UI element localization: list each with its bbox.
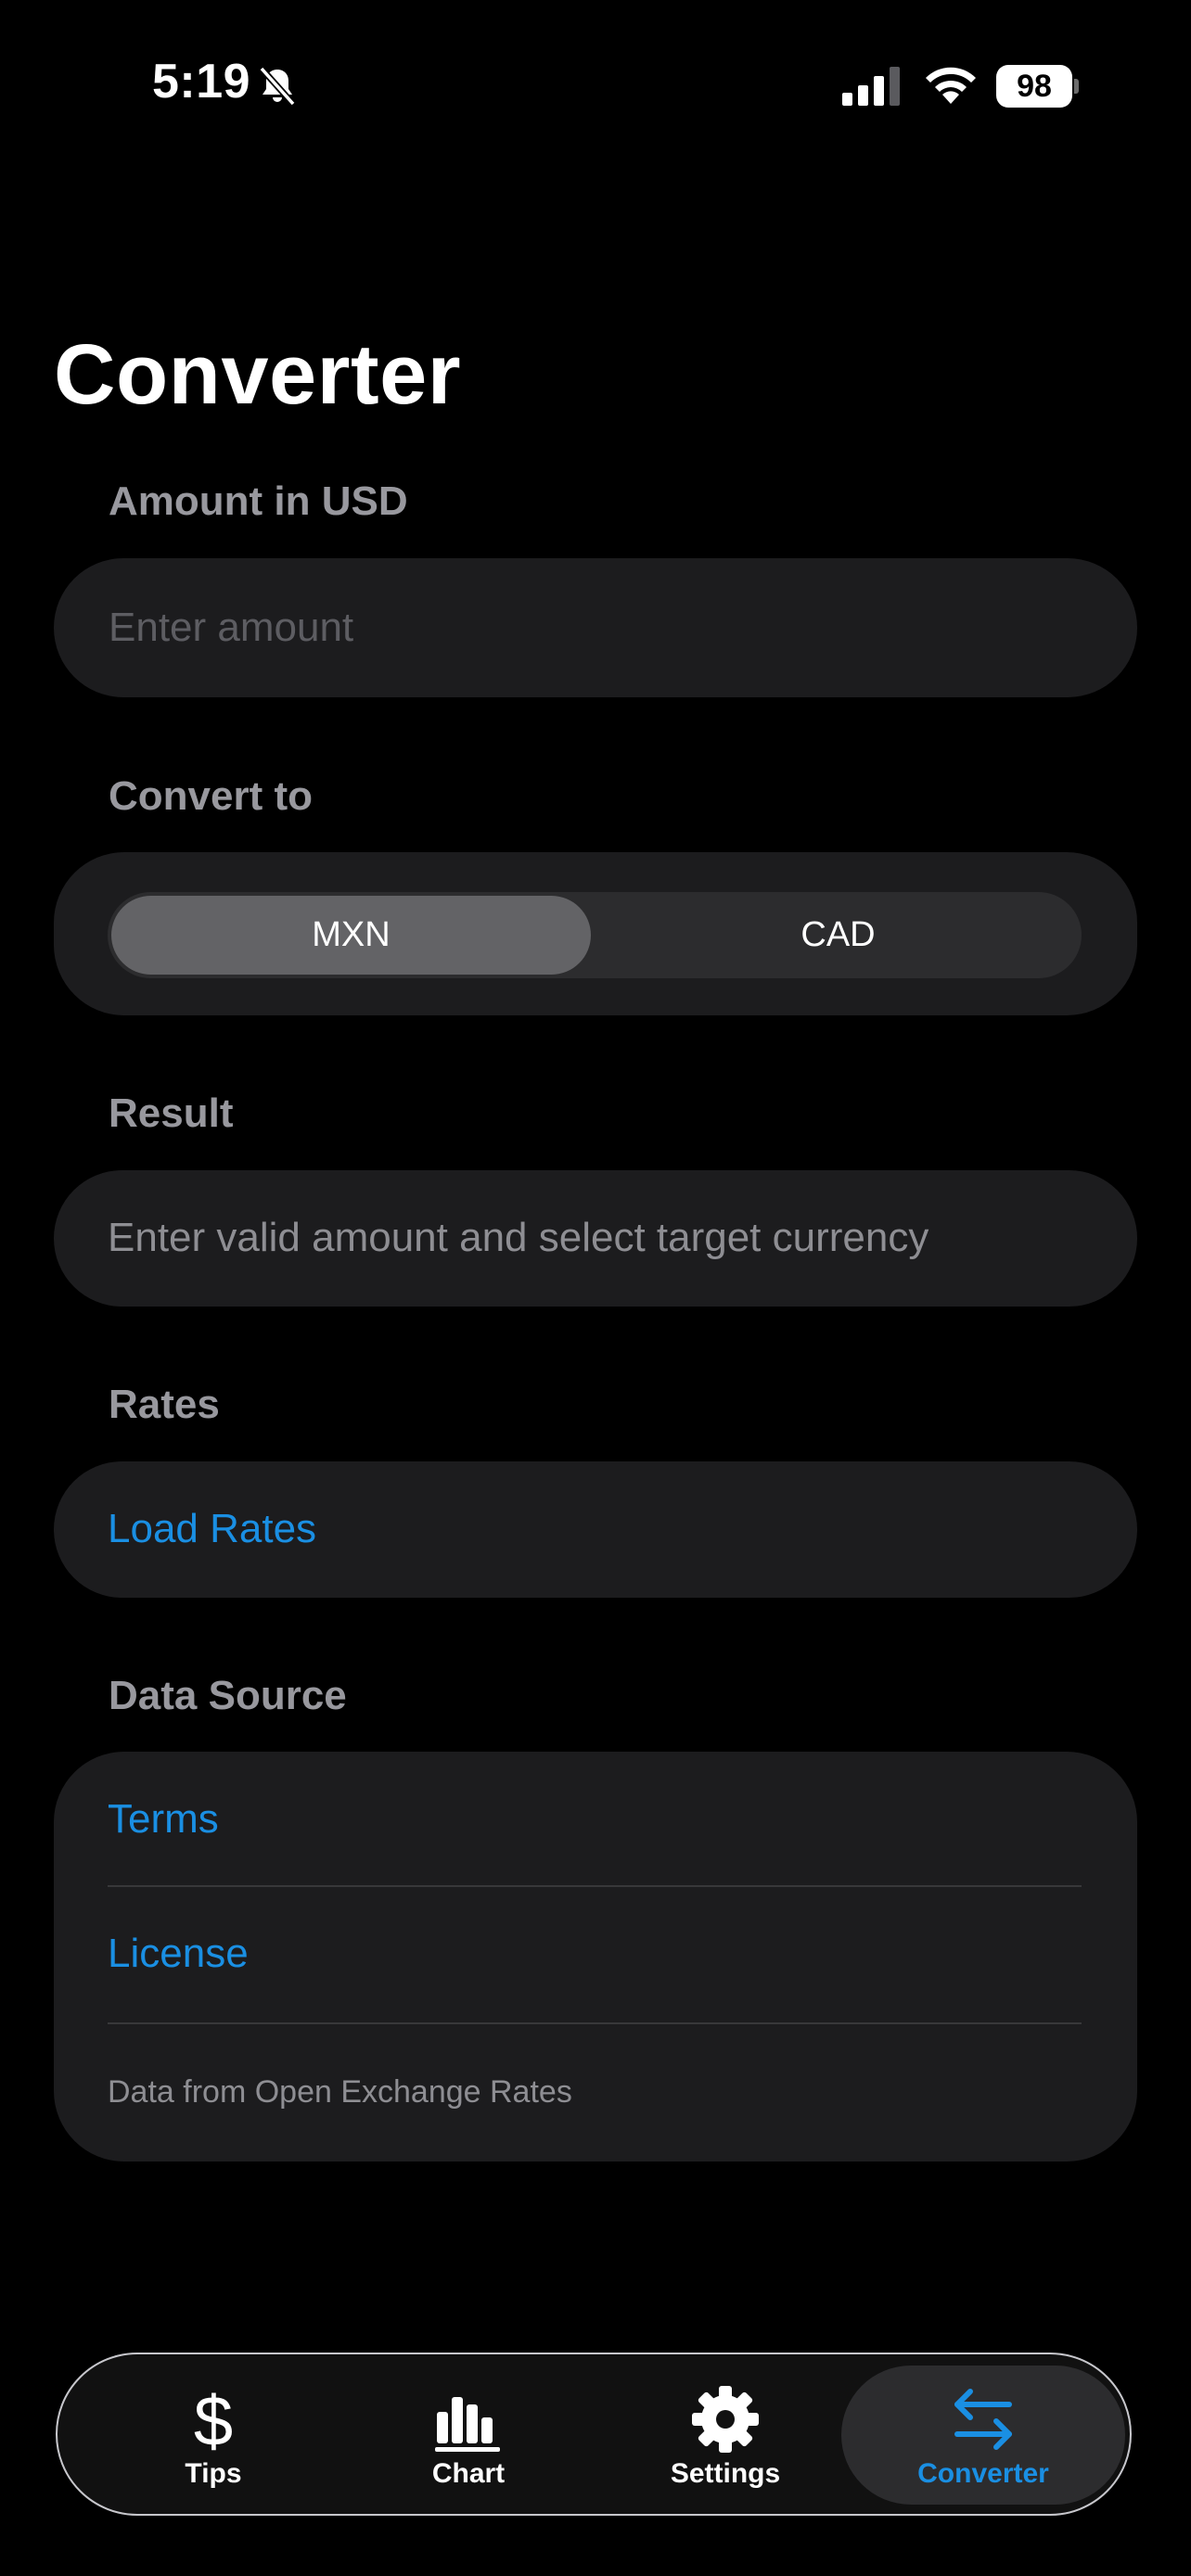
tab-bar: $ Tips Chart Settings Converter <box>56 2353 1132 2516</box>
result-text: Enter valid amount and select target cur… <box>108 1215 929 1260</box>
load-rates-button[interactable]: Load Rates <box>108 1506 316 1552</box>
tab-settings-label: Settings <box>670 2458 781 2489</box>
data-source-card: Terms License Data from Open Exchange Ra… <box>54 1752 1137 2162</box>
status-time: 5:19 <box>152 55 251 108</box>
convert-to-card: MXN CAD <box>54 852 1137 1015</box>
svg-text:$: $ <box>194 2384 233 2455</box>
rates-label: Rates <box>109 1382 220 1427</box>
tab-converter[interactable]: Converter <box>841 2366 1125 2505</box>
battery-tip <box>1074 79 1079 94</box>
tab-settings[interactable]: Settings <box>597 2366 853 2505</box>
gear-icon <box>692 2386 759 2453</box>
cellular-signal-icon <box>842 67 900 106</box>
tab-tips-label: Tips <box>185 2458 242 2489</box>
page-title: Converter <box>54 327 462 422</box>
amount-label: Amount in USD <box>109 478 408 524</box>
license-link[interactable]: License <box>108 1931 249 1977</box>
rates-card: Load Rates <box>54 1461 1137 1598</box>
bell-slash-icon <box>259 66 296 107</box>
terms-link[interactable]: Terms <box>108 1796 219 1843</box>
result-label: Result <box>109 1090 234 1136</box>
result-card: Enter valid amount and select target cur… <box>54 1170 1137 1307</box>
divider <box>108 1885 1082 1887</box>
convert-to-label: Convert to <box>109 773 313 819</box>
wifi-icon <box>926 67 976 104</box>
converter-screen: 5:19 98 Converter Amount in USD Conver <box>0 0 1191 2576</box>
amount-input[interactable] <box>109 558 1036 697</box>
tab-converter-label: Converter <box>917 2458 1049 2489</box>
data-source-footnote: Data from Open Exchange Rates <box>108 2074 572 2110</box>
amount-card <box>54 558 1137 697</box>
tab-chart-label: Chart <box>431 2458 506 2489</box>
battery-level: 98 <box>996 65 1072 108</box>
arrows-exchange-icon <box>954 2389 1012 2450</box>
currency-segmented-control: MXN CAD <box>108 892 1082 978</box>
segment-mxn[interactable]: MXN <box>111 896 591 975</box>
tab-tips[interactable]: $ Tips <box>85 2366 341 2505</box>
segment-cad[interactable]: CAD <box>598 896 1078 975</box>
divider <box>108 2022 1082 2024</box>
bar-chart-icon <box>435 2397 500 2452</box>
dollar-icon: $ <box>194 2384 233 2455</box>
data-source-label: Data Source <box>109 1673 347 1718</box>
tab-chart[interactable]: Chart <box>340 2366 596 2505</box>
battery-indicator: 98 <box>996 65 1079 108</box>
status-bar: 5:19 98 <box>0 0 1191 176</box>
